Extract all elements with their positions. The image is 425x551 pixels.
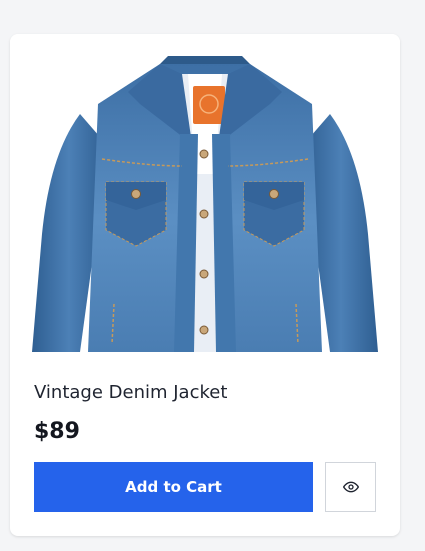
product-card: Vintage Denim Jacket $89 Add to Cart xyxy=(10,34,400,536)
add-to-cart-button[interactable]: Add to Cart xyxy=(34,462,313,512)
product-price: $89 xyxy=(34,419,80,444)
denim-jacket-image xyxy=(32,56,378,352)
product-name: Vintage Denim Jacket xyxy=(34,382,228,403)
quick-view-button[interactable] xyxy=(325,462,376,512)
eye-icon xyxy=(342,481,359,493)
product-image[interactable] xyxy=(10,34,400,354)
